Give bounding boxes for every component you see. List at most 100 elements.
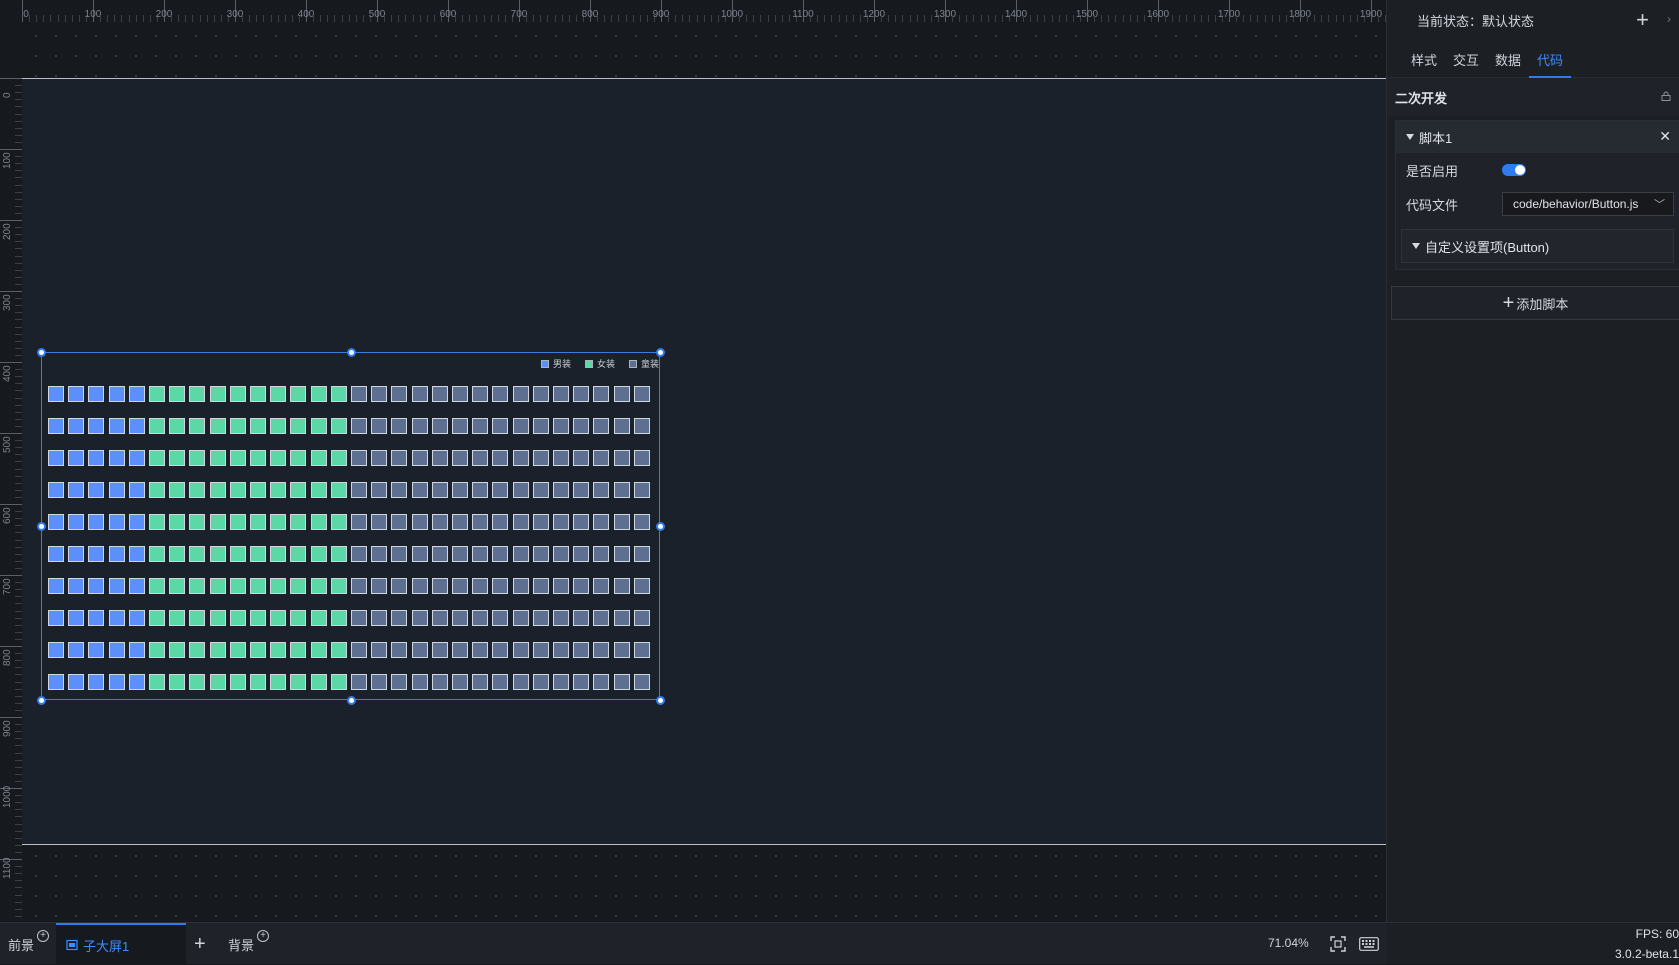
seat-cell bbox=[169, 450, 186, 466]
ruler-minor-tick bbox=[646, 15, 648, 22]
ruler-minor-tick bbox=[15, 248, 22, 250]
resize-handle[interactable] bbox=[37, 348, 46, 357]
lock-icon[interactable] bbox=[1661, 91, 1671, 101]
ruler-minor-tick bbox=[15, 227, 22, 229]
resize-handle[interactable] bbox=[346, 348, 356, 357]
ruler-major-tick bbox=[0, 78, 22, 79]
seat-cell bbox=[330, 642, 347, 658]
ruler-minor-tick bbox=[781, 15, 783, 22]
seat-cell bbox=[452, 674, 468, 690]
background-tab[interactable]: 背景 + bbox=[228, 923, 270, 965]
ruler-minor-tick bbox=[15, 631, 22, 633]
ruler-minor-tick bbox=[15, 482, 22, 484]
legend-item[interactable]: 女装 bbox=[584, 357, 615, 370]
add-foreground-icon[interactable]: + bbox=[37, 930, 50, 942]
code-file-select[interactable]: code/behavior/Button.js ﹀ bbox=[1502, 192, 1674, 216]
legend-item[interactable]: 男装 bbox=[540, 357, 571, 370]
keyboard-icon[interactable] bbox=[1359, 937, 1379, 951]
tab-data[interactable]: 数据 bbox=[1487, 40, 1529, 78]
seat-cell bbox=[48, 578, 64, 594]
tab-style[interactable]: 样式 bbox=[1403, 40, 1445, 78]
add-script-button[interactable]: + 添加脚本 bbox=[1391, 286, 1679, 320]
seat-cell bbox=[532, 514, 549, 530]
canvas-area[interactable]: 0 100 200 300 400 500 600 700 800 900 1000 1100 1200… bbox=[0, 0, 1386, 922]
ruler-minor-tick bbox=[291, 15, 293, 22]
ruler-label: 100 bbox=[84, 9, 102, 20]
seat-cell bbox=[371, 674, 388, 690]
ruler-minor-tick bbox=[888, 15, 890, 22]
resize-handle[interactable] bbox=[37, 696, 46, 705]
seat-cell bbox=[229, 578, 246, 594]
ruler-minor-tick bbox=[675, 15, 677, 22]
legend-item[interactable]: 童装 bbox=[628, 357, 659, 370]
tab-code[interactable]: 代码 bbox=[1529, 40, 1572, 78]
zoom-level[interactable]: 71.04% bbox=[1268, 936, 1309, 950]
workspace[interactable]: 男装 女装 童装 bbox=[22, 22, 1386, 922]
add-state-icon[interactable]: + bbox=[1636, 7, 1649, 33]
ruler-minor-tick bbox=[1044, 15, 1046, 22]
add-screen-button[interactable]: + bbox=[194, 923, 206, 965]
foreground-label: 前景 bbox=[8, 937, 35, 953]
seat-cell bbox=[411, 610, 428, 626]
enabled-toggle[interactable] bbox=[1502, 164, 1526, 176]
panel-tabs: 样式 交互 数据 代码 bbox=[1387, 40, 1679, 78]
ruler-minor-tick bbox=[36, 15, 38, 22]
resize-handle[interactable] bbox=[656, 696, 665, 705]
ruler-minor-tick bbox=[604, 15, 606, 22]
version-label: 3.0.2-beta.1 bbox=[1614, 947, 1679, 961]
ruler-label: 300 bbox=[2, 294, 13, 311]
seat-cell bbox=[613, 482, 630, 498]
ruler-label: 700 bbox=[510, 9, 528, 20]
seat-cell bbox=[452, 546, 468, 562]
foreground-tab[interactable]: 前景 + bbox=[8, 923, 50, 965]
seat-cell bbox=[553, 674, 569, 690]
resize-handle[interactable] bbox=[656, 522, 665, 531]
seat-chart-component[interactable]: 男装 女装 童装 bbox=[37, 348, 665, 705]
ruler-minor-tick bbox=[362, 15, 364, 22]
seat-cell bbox=[633, 674, 650, 690]
seat-cell bbox=[108, 386, 125, 402]
background-label: 背景 bbox=[228, 937, 255, 953]
ruler-minor-tick bbox=[185, 15, 187, 22]
seat-cell bbox=[149, 418, 165, 434]
seat-cell bbox=[391, 514, 408, 530]
seat-cell bbox=[149, 674, 165, 690]
tab-sub-screen[interactable]: 子大屏1 bbox=[56, 923, 186, 965]
resize-handle[interactable] bbox=[37, 522, 46, 531]
current-state-label[interactable]: 当前状态：默认状态 bbox=[1417, 11, 1534, 30]
script-header[interactable]: 脚本1 ✕ bbox=[1396, 121, 1679, 153]
ruler-minor-tick bbox=[575, 15, 577, 22]
ruler-minor-tick bbox=[817, 15, 819, 22]
seat-cell bbox=[391, 610, 408, 626]
close-icon[interactable]: ✕ bbox=[1659, 128, 1671, 145]
ruler-minor-tick bbox=[1314, 15, 1316, 22]
seat-cell bbox=[310, 450, 327, 466]
tab-interaction[interactable]: 交互 bbox=[1445, 40, 1487, 78]
seat-cell bbox=[371, 386, 388, 402]
ruler-minor-tick bbox=[15, 418, 22, 420]
resize-handle[interactable] bbox=[656, 348, 665, 357]
ruler-minor-tick bbox=[15, 255, 22, 257]
chevron-right-icon[interactable]: › bbox=[1667, 12, 1671, 26]
add-background-icon[interactable]: + bbox=[257, 930, 270, 942]
big-screen-canvas[interactable]: 男装 女装 童装 bbox=[22, 78, 1386, 845]
vertical-ruler[interactable]: 0 100 200 300 400 500 600 700 800 900 1000 1100 bbox=[0, 22, 22, 922]
fit-screen-icon[interactable] bbox=[1330, 936, 1346, 952]
ruler-minor-tick bbox=[15, 674, 22, 676]
horizontal-ruler[interactable]: 0 100 200 300 400 500 600 700 800 900 1000 1100 1200… bbox=[0, 0, 1386, 22]
seat-cell bbox=[593, 642, 610, 658]
seat-cell bbox=[48, 546, 64, 562]
ruler-minor-tick bbox=[696, 15, 698, 22]
toggle-knob bbox=[1515, 165, 1525, 175]
resize-handle[interactable] bbox=[346, 696, 356, 705]
seat-cell bbox=[108, 642, 125, 658]
seat-cell bbox=[553, 482, 569, 498]
ruler-minor-tick bbox=[1321, 15, 1323, 22]
custom-settings-section[interactable]: 自定义设置项(Button) bbox=[1401, 229, 1674, 263]
seat-cell bbox=[472, 514, 489, 530]
ruler-minor-tick bbox=[15, 262, 22, 264]
ruler-minor-tick bbox=[1349, 15, 1351, 22]
code-file-row: 代码文件 code/behavior/Button.js ﹀ bbox=[1396, 187, 1679, 221]
ruler-minor-tick bbox=[1143, 15, 1145, 22]
seat-cell bbox=[88, 450, 105, 466]
